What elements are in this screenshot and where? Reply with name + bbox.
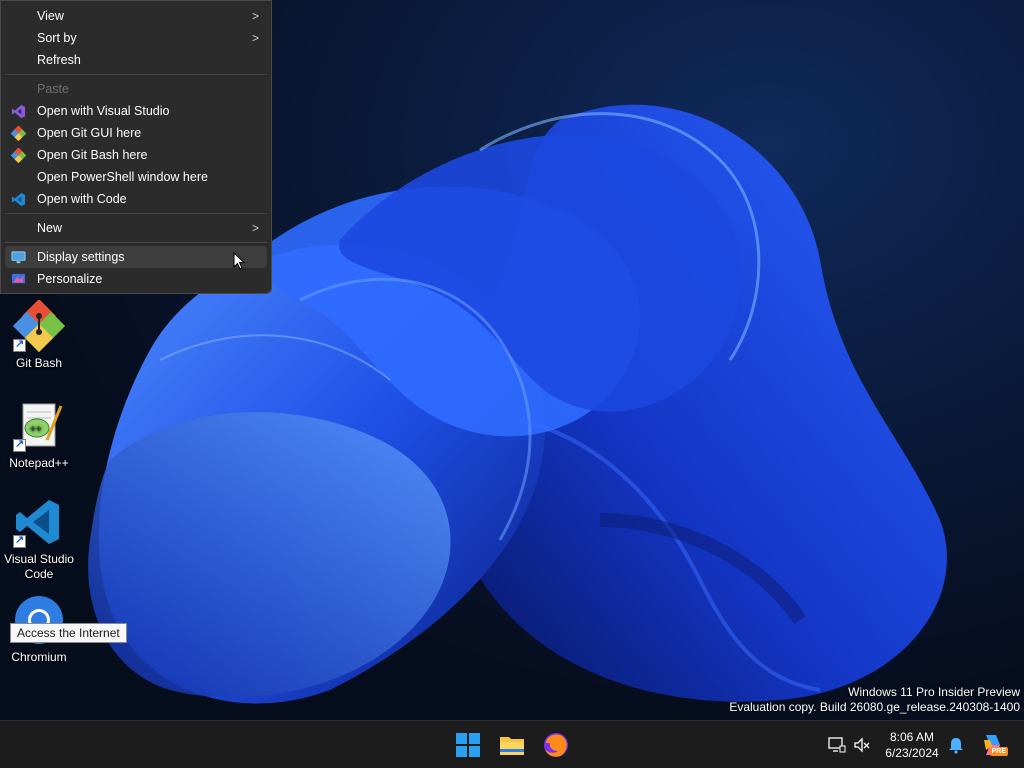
copilot-pre-badge: PRE xyxy=(989,747,1008,756)
start-button[interactable] xyxy=(452,729,484,761)
desktop-icon-vscode[interactable]: Visual Studio Code xyxy=(1,496,77,582)
menu-item-open-powershell[interactable]: Open PowerShell window here xyxy=(5,166,267,188)
network-icon[interactable] xyxy=(828,736,846,754)
volume-muted-icon[interactable] xyxy=(853,736,871,754)
chevron-right-icon: > xyxy=(251,9,259,23)
desktop-icon-git-bash[interactable]: Git Bash xyxy=(1,299,77,371)
firefox-button[interactable] xyxy=(540,729,572,761)
menu-item-label: Open PowerShell window here xyxy=(37,170,208,184)
vscode-icon xyxy=(13,496,65,548)
git-icon xyxy=(11,126,26,141)
visual-studio-icon xyxy=(11,104,26,119)
watermark-build: Evaluation copy. Build 26080.ge_release.… xyxy=(729,700,1020,714)
file-explorer-button[interactable] xyxy=(496,729,528,761)
tooltip: Access the Internet xyxy=(10,623,127,643)
desktop-icon-label: Chromium xyxy=(11,650,67,664)
menu-item-label: Open with Code xyxy=(37,192,127,206)
firefox-icon xyxy=(544,733,568,757)
menu-item-label: Open Git Bash here xyxy=(37,148,148,162)
evaluation-watermark: Windows 11 Pro Insider Preview Evaluatio… xyxy=(729,685,1020,715)
watermark-edition: Windows 11 Pro Insider Preview xyxy=(848,685,1020,699)
menu-item-label: Personalize xyxy=(37,272,103,286)
menu-item-open-with-code[interactable]: Open with Code xyxy=(5,188,267,210)
file-explorer-icon xyxy=(500,737,524,755)
notepad-plus-plus-icon: ++ xyxy=(13,400,65,452)
taskbar: 8:06 AM 6/23/2024 PRE xyxy=(0,720,1024,768)
menu-item-label: View xyxy=(37,9,64,23)
svg-text:++: ++ xyxy=(30,424,42,435)
menu-item-refresh[interactable]: Refresh xyxy=(5,49,267,71)
menu-item-label: Open Git GUI here xyxy=(37,126,142,140)
menu-separator xyxy=(5,74,267,75)
menu-item-label: Open with Visual Studio xyxy=(37,104,170,118)
vscode-icon xyxy=(11,192,26,207)
desktop-icon-label: Git Bash xyxy=(15,356,63,370)
menu-separator xyxy=(5,242,267,243)
menu-item-open-git-gui[interactable]: Open Git GUI here xyxy=(5,122,267,144)
copilot-button[interactable]: PRE xyxy=(980,732,1008,758)
notification-bell-icon[interactable] xyxy=(948,736,964,754)
shortcut-arrow-icon xyxy=(13,533,26,548)
menu-item-sort-by[interactable]: Sort by > xyxy=(5,27,267,49)
shortcut-arrow-icon xyxy=(13,437,26,452)
mouse-cursor-icon xyxy=(233,252,245,270)
menu-item-paste[interactable]: Paste xyxy=(5,78,267,100)
menu-item-new[interactable]: New > xyxy=(5,217,267,239)
start-icon xyxy=(456,733,480,757)
desktop-icon-notepad-plus-plus[interactable]: ++ Notepad++ xyxy=(1,400,77,471)
menu-item-label: Refresh xyxy=(37,53,81,67)
git-icon xyxy=(11,148,26,163)
menu-item-open-git-bash[interactable]: Open Git Bash here xyxy=(5,144,267,166)
desktop-context-menu: View > Sort by > Refresh Paste Open with… xyxy=(0,0,272,294)
menu-separator xyxy=(5,213,267,214)
clock[interactable]: 8:06 AM 6/23/2024 xyxy=(878,729,946,761)
menu-item-display-settings[interactable]: Display settings xyxy=(5,246,267,268)
desktop[interactable]: Git Bash ++ Notepad++ Visual Studio Code xyxy=(0,0,1024,720)
menu-item-label: Sort by xyxy=(37,31,77,45)
desktop-icon-label: Notepad++ xyxy=(9,456,69,470)
menu-item-open-with-visual-studio[interactable]: Open with Visual Studio xyxy=(5,100,267,122)
menu-item-view[interactable]: View > xyxy=(5,5,267,27)
menu-item-label: New xyxy=(37,221,63,235)
desktop-icon-label: Visual Studio Code xyxy=(4,552,74,581)
display-icon xyxy=(11,251,26,264)
personalize-icon xyxy=(11,273,26,284)
menu-item-personalize[interactable]: Personalize xyxy=(5,268,267,290)
menu-item-label: Paste xyxy=(37,82,69,96)
clock-date: 6/23/2024 xyxy=(885,746,939,760)
chevron-right-icon: > xyxy=(251,221,259,235)
menu-item-label: Display settings xyxy=(37,250,125,264)
git-bash-icon xyxy=(12,299,66,353)
shortcut-arrow-icon xyxy=(13,337,26,352)
chevron-right-icon: > xyxy=(251,31,259,45)
clock-time: 8:06 AM xyxy=(889,730,935,744)
